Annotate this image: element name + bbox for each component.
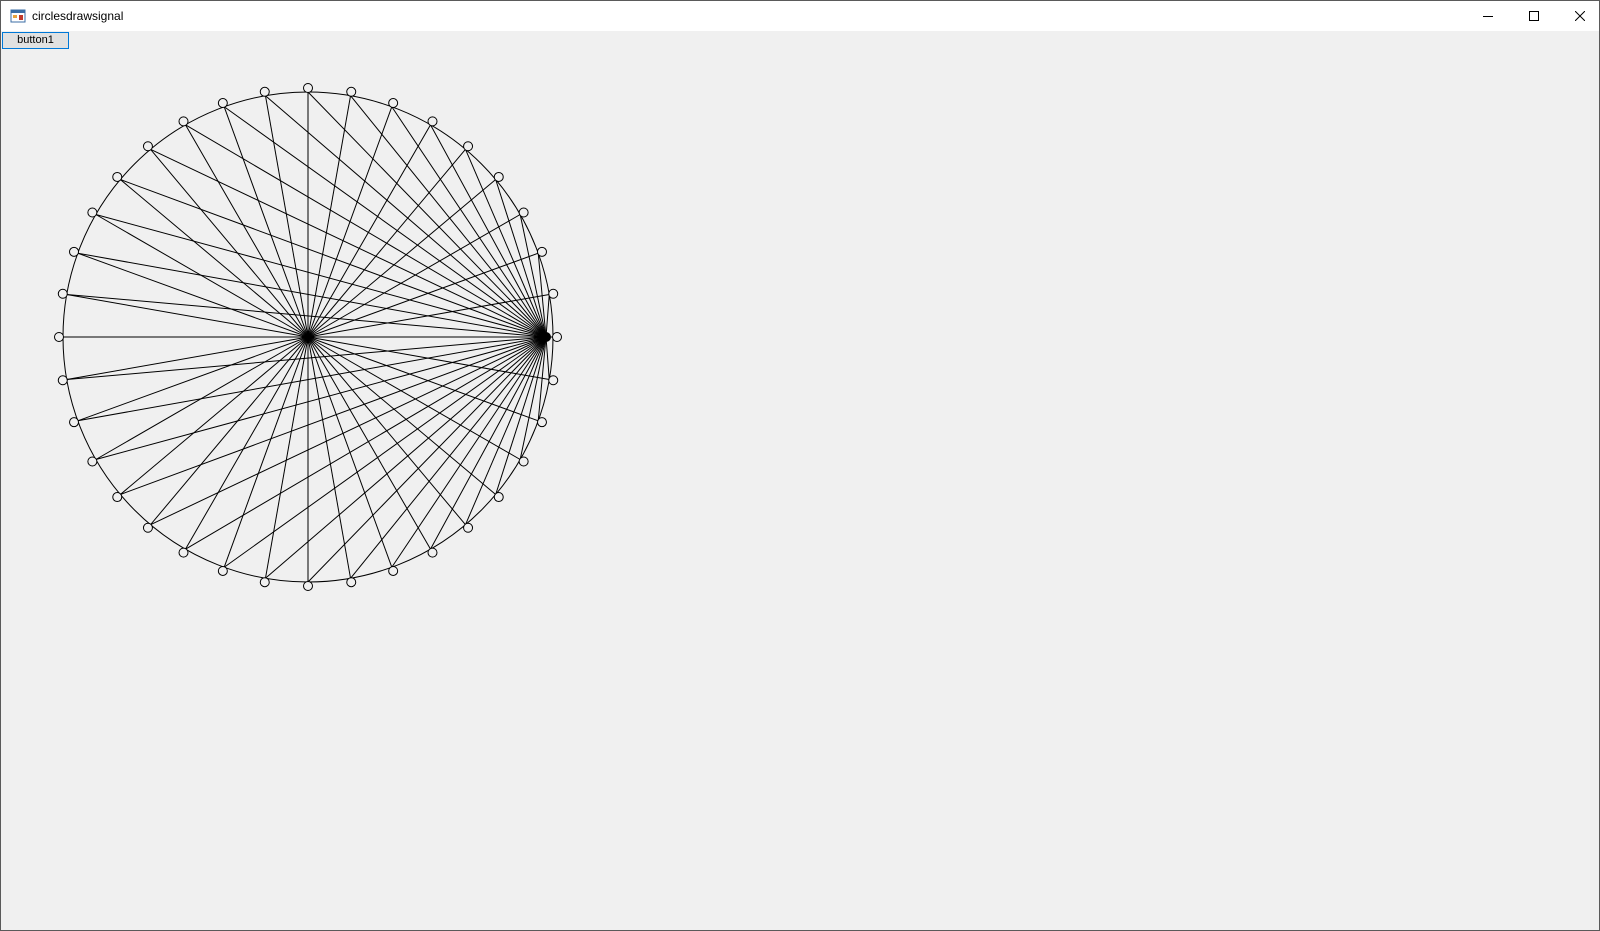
perimeter-marker xyxy=(57,375,68,386)
perimeter-marker xyxy=(346,86,357,97)
close-button[interactable] xyxy=(1557,1,1599,31)
center-hub xyxy=(305,334,311,340)
form-client-area: button1 xyxy=(1,31,1599,930)
perimeter-marker xyxy=(463,141,474,152)
perimeter-marker xyxy=(303,83,313,93)
chord-line xyxy=(545,336,550,380)
chord-line xyxy=(95,214,547,338)
perimeter-marker xyxy=(518,207,529,218)
perimeter-marker xyxy=(54,332,64,342)
close-icon xyxy=(1575,11,1585,21)
drawing-canvas xyxy=(54,83,562,591)
minimize-button[interactable] xyxy=(1465,1,1511,31)
perimeter-marker xyxy=(303,581,313,591)
maximize-icon xyxy=(1529,11,1539,21)
perimeter-marker xyxy=(112,492,123,503)
perimeter-marker xyxy=(463,522,474,533)
maximize-button[interactable] xyxy=(1511,1,1557,31)
perimeter-marker xyxy=(217,565,228,576)
chord-line xyxy=(223,336,547,568)
perimeter-marker xyxy=(217,98,228,109)
perimeter-marker xyxy=(87,207,98,218)
perimeter-marker xyxy=(548,375,559,386)
right-convergence-point xyxy=(541,332,551,342)
perimeter-marker xyxy=(346,577,357,588)
chord-line xyxy=(66,293,547,338)
perimeter-marker xyxy=(388,565,399,576)
perimeter-marker xyxy=(552,332,562,342)
perimeter-marker xyxy=(536,417,547,428)
perimeter-marker xyxy=(536,246,547,257)
title-bar[interactable]: circlesdrawsignal xyxy=(1,1,1599,31)
perimeter-marker xyxy=(57,288,68,299)
perimeter-marker xyxy=(259,577,270,588)
perimeter-marker xyxy=(69,417,80,428)
perimeter-marker xyxy=(112,171,123,182)
perimeter-marker xyxy=(548,288,559,299)
chord-line xyxy=(66,336,547,381)
chord-line xyxy=(150,148,547,338)
chord-line xyxy=(391,336,547,568)
perimeter-marker xyxy=(69,246,80,257)
minimize-icon xyxy=(1483,16,1493,17)
app-window: circlesdrawsignal button1 xyxy=(0,0,1600,931)
perimeter-marker xyxy=(493,171,504,182)
chord-line xyxy=(307,91,547,338)
perimeter-marker xyxy=(259,86,270,97)
window-title: circlesdrawsignal xyxy=(32,9,124,23)
perimeter-marker xyxy=(493,492,504,503)
perimeter-marker xyxy=(518,456,529,467)
chord-line xyxy=(95,336,547,460)
button1[interactable]: button1 xyxy=(2,32,69,49)
perimeter-marker xyxy=(142,141,153,152)
perimeter-marker xyxy=(388,98,399,109)
perimeter-marker xyxy=(87,456,98,467)
app-icon[interactable] xyxy=(10,8,26,24)
perimeter-marker xyxy=(178,116,189,127)
chord-line xyxy=(307,336,547,583)
perimeter-marker xyxy=(142,522,153,533)
perimeter-marker xyxy=(427,547,438,558)
perimeter-marker xyxy=(178,547,189,558)
perimeter-marker xyxy=(427,116,438,127)
chord-line xyxy=(545,294,550,338)
chord-line xyxy=(391,106,547,338)
chord-line xyxy=(223,106,547,338)
chord-line xyxy=(150,336,547,526)
